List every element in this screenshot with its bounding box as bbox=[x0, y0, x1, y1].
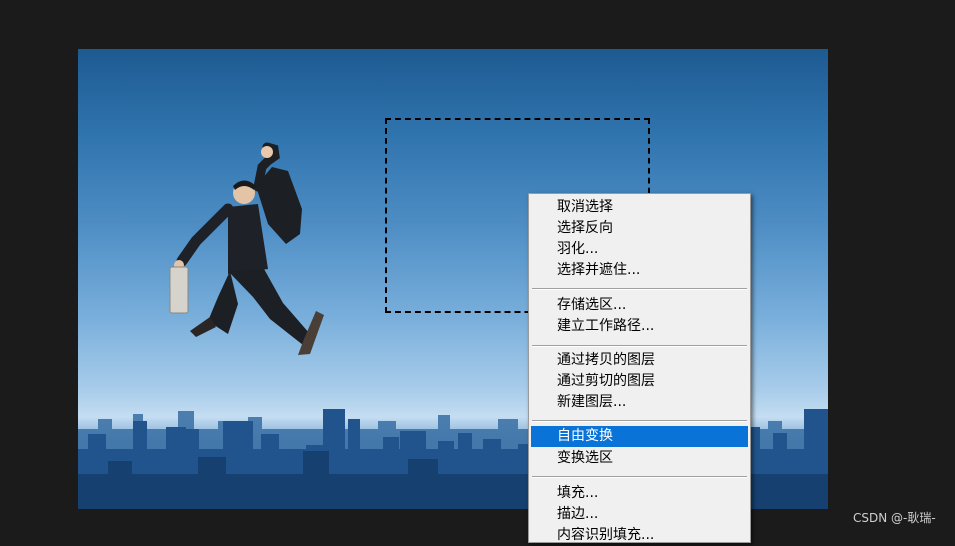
menu-separator bbox=[532, 476, 747, 478]
menu-item-deselect[interactable]: 取消选择 bbox=[531, 197, 748, 218]
menu-item-make-work-path[interactable]: 建立工作路径... bbox=[531, 316, 748, 337]
menu-item-transform-selection[interactable]: 变换选区 bbox=[531, 448, 748, 469]
workspace-canvas[interactable]: 取消选择 选择反向 羽化... 选择并遮住... 存储选区... 建立工作路径.… bbox=[0, 0, 955, 543]
menu-separator bbox=[532, 288, 747, 290]
menu-item-select-and-mask[interactable]: 选择并遮住... bbox=[531, 260, 748, 281]
menu-item-stroke[interactable]: 描边... bbox=[531, 504, 748, 525]
menu-item-free-transform[interactable]: 自由变换 bbox=[531, 426, 748, 447]
menu-item-layer-via-copy[interactable]: 通过拷贝的图层 bbox=[531, 350, 748, 371]
menu-item-layer-via-cut[interactable]: 通过剪切的图层 bbox=[531, 371, 748, 392]
menu-item-new-layer[interactable]: 新建图层... bbox=[531, 392, 748, 413]
jumping-businessman bbox=[169, 142, 324, 355]
watermark-text: CSDN @-耿瑞- bbox=[853, 511, 936, 525]
context-menu: 取消选择 选择反向 羽化... 选择并遮住... 存储选区... 建立工作路径.… bbox=[528, 193, 751, 543]
menu-item-select-inverse[interactable]: 选择反向 bbox=[531, 218, 748, 239]
menu-item-feather[interactable]: 羽化... bbox=[531, 239, 748, 260]
menu-item-fill[interactable]: 填充... bbox=[531, 483, 748, 504]
menu-item-save-selection[interactable]: 存储选区... bbox=[531, 295, 748, 316]
menu-item-content-aware-fill[interactable]: 内容识别填充... bbox=[531, 525, 748, 546]
menu-separator bbox=[532, 345, 747, 347]
menu-separator bbox=[532, 420, 747, 422]
